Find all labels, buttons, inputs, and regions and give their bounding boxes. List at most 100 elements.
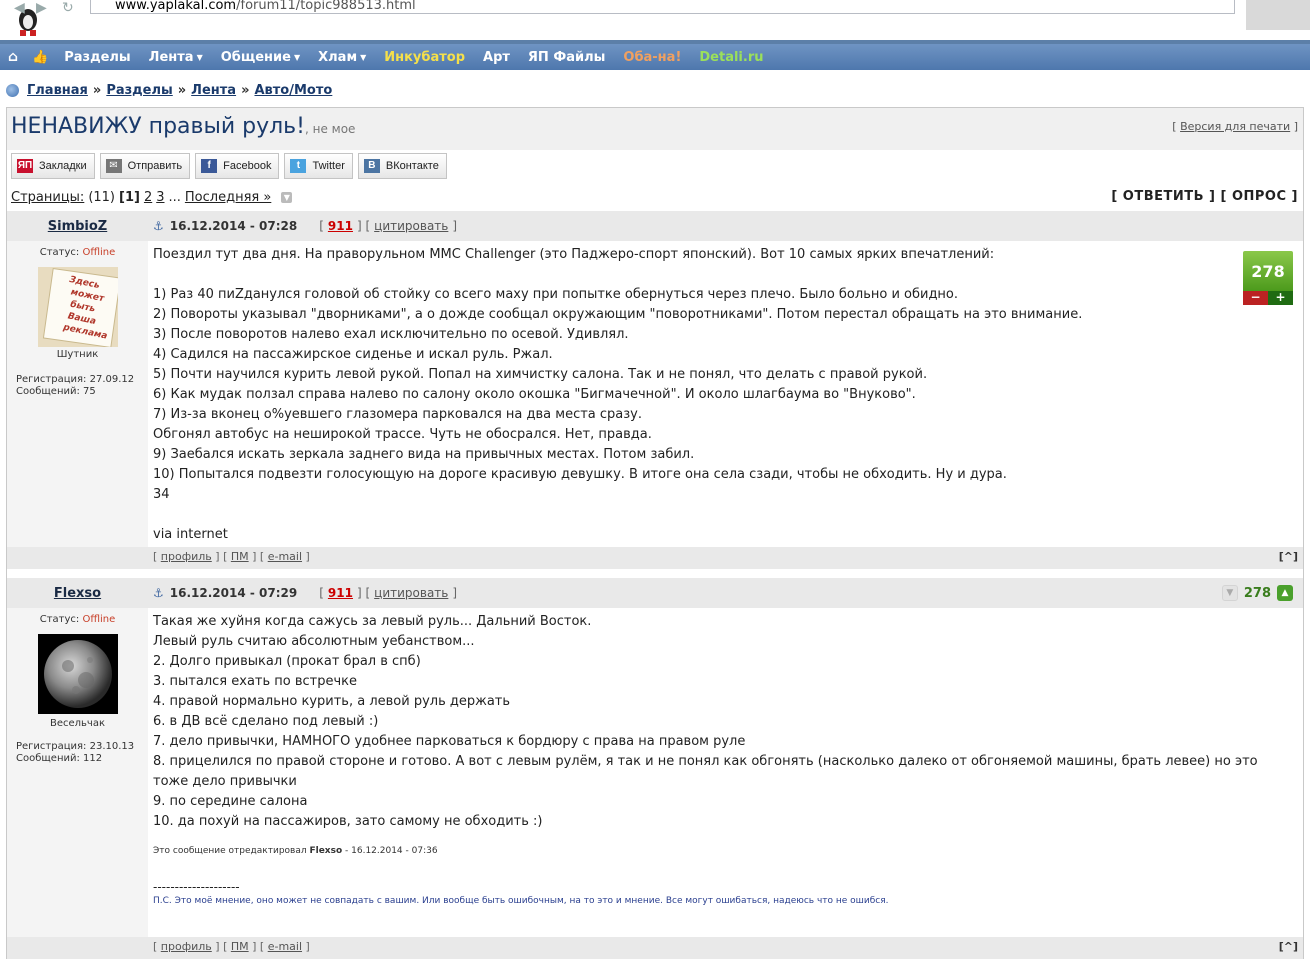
nav-item-label: ЯП Файлы <box>527 49 606 65</box>
author-status: Статус: Offline <box>7 247 148 258</box>
breadcrumb-link[interactable]: Лента <box>191 83 236 98</box>
share-button-label: ВКонтакте <box>385 160 439 172</box>
share-button-закладки[interactable]: ЯП Закладки <box>11 153 95 179</box>
post-line: 5) Почти научился курить левой рукой. По… <box>153 367 928 382</box>
breadcrumb-separator: » <box>241 82 250 98</box>
post-line: 9) Заебался искать зеркала заднего вида … <box>153 447 695 462</box>
post-date: 16.12.2014 - 07:28 <box>169 219 298 233</box>
post-body: Такая же хуйня когда сажусь за левый рул… <box>153 608 1303 941</box>
quote-link[interactable]: цитировать <box>374 219 448 233</box>
pm-link[interactable]: ПМ <box>231 550 249 563</box>
page-link-2[interactable]: 2 <box>144 190 152 205</box>
post-footer-links: [ профиль ] [ ПМ ] [ e-mail ] <box>153 940 310 953</box>
nav-item-6[interactable]: ЯП Файлы <box>528 50 605 65</box>
share-button-twitter[interactable]: t Twitter <box>284 153 353 179</box>
share-button-вконтакте[interactable]: B ВКонтакте <box>357 153 447 179</box>
print-version: [ Версия для печати ] <box>1172 120 1298 133</box>
profile-link[interactable]: профиль <box>161 940 212 953</box>
quote-link[interactable]: цитировать <box>374 586 448 600</box>
anchor-icon[interactable]: ⚓ <box>153 219 164 233</box>
share-button-facebook[interactable]: f Facebook <box>195 153 280 179</box>
home-icon[interactable]: ⌂ <box>8 49 18 65</box>
nav-item-1[interactable]: Лента ▼ <box>149 50 203 65</box>
vk-icon: B <box>363 159 380 173</box>
breadcrumb-items: Главная » Разделы » Лента » Авто/Мото <box>25 83 334 98</box>
nav-item-label: Арт <box>483 49 510 65</box>
nav-item-2[interactable]: Общение ▼ <box>221 50 300 65</box>
post-footer: [ профиль ] [ ПМ ] [ e-mail ] [^] <box>7 937 1303 959</box>
breadcrumb-link[interactable]: Авто/Мото <box>254 83 332 98</box>
url-path: /forum11/topic988513.html <box>236 0 416 13</box>
status-value: Offline <box>82 247 116 258</box>
thumbs-up-icon[interactable]: ▲ <box>1277 585 1293 601</box>
window-controls[interactable] <box>1246 0 1310 30</box>
email-link[interactable]: e-mail <box>268 550 302 563</box>
nav-item-label: Хлам <box>318 49 358 65</box>
reload-icon[interactable]: ↻ <box>62 0 74 16</box>
nav-item-label: Инкубатор <box>384 49 466 65</box>
edited-suffix: - 16.12.2014 - 07:36 <box>342 846 438 856</box>
share-button-отправить[interactable]: ✉ Отправить <box>99 153 191 179</box>
post-number[interactable]: 911 <box>328 219 353 233</box>
post-number[interactable]: 911 <box>328 586 353 600</box>
avatar <box>38 634 118 714</box>
post-author: SimbioZ <box>7 211 148 241</box>
post-line: 34 <box>153 487 170 502</box>
yap-icon: ЯП <box>17 159 33 173</box>
share-bar: ЯП Закладки ✉ Отправить f Facebook t Twitter B ВК… <box>11 153 447 179</box>
nav-item-label: Оба-на! <box>623 49 682 65</box>
breadcrumb-link[interactable]: Разделы <box>106 83 172 98</box>
post-line: 10) Попытался подвезти голосующую на дор… <box>153 467 1007 482</box>
scroll-up-button[interactable]: [^] <box>1279 940 1298 953</box>
nav-item-8[interactable]: Detali.ru <box>699 50 763 65</box>
page-link-3[interactable]: 3 <box>156 190 164 205</box>
edited-by: Flexso <box>309 846 343 856</box>
chevron-down-icon[interactable]: ▼ <box>281 191 293 203</box>
registration-date: Регистрация: 27.09.12 <box>16 374 135 385</box>
pagination: Страницы: (11) [1] 2 3 ... Последняя » ▼ <box>11 188 293 206</box>
nav-item-7[interactable]: Оба-на! <box>623 50 681 65</box>
anchor-icon[interactable]: ⚓ <box>153 586 164 600</box>
author-link[interactable]: Flexso <box>54 586 101 601</box>
address-bar[interactable]: www.yaplakal.com/forum11/topic988513.htm… <box>90 0 1235 14</box>
rating-plus-button[interactable]: + <box>1268 291 1293 305</box>
thumbs-down-icon[interactable]: ▼ <box>1221 585 1238 601</box>
author-link[interactable]: SimbioZ <box>48 219 107 234</box>
post-line: 6) Как мудак ползал справа налево по сал… <box>153 387 916 402</box>
profile-link[interactable]: профиль <box>161 550 212 563</box>
nav-item-label: Лента <box>148 49 194 65</box>
nav-item-label: Общение <box>220 49 291 65</box>
reply-poll-actions[interactable]: [ ОТВЕТИТЬ ] [ ОПРОС ] <box>1111 189 1298 204</box>
chevron-down-icon: ▼ <box>293 52 301 62</box>
edited-prefix: Это сообщение отредактировал <box>153 846 310 856</box>
breadcrumb-separator: » <box>92 82 102 98</box>
rating-minus-button[interactable]: − <box>1243 291 1268 305</box>
breadcrumb-link[interactable]: Главная <box>27 83 88 98</box>
post-line: 3. пытался ехать по встречке <box>153 674 358 689</box>
forward-arrow-icon[interactable]: ▶ <box>36 0 47 16</box>
post-line: Поездил тут два дня. На праворульном MMC… <box>153 247 995 262</box>
author-status: Статус: Offline <box>7 614 148 625</box>
back-arrow-icon[interactable]: ◀ <box>14 0 25 16</box>
share-button-label: Facebook <box>223 160 272 172</box>
status-value: Offline <box>82 614 116 625</box>
nav-item-0[interactable]: Разделы <box>64 50 130 65</box>
nav-item-5[interactable]: Арт <box>483 50 510 65</box>
author-registration: Регистрация: 23.10.13 Сообщений: 112 <box>16 741 134 765</box>
forum-post: Flexso ⚓ 16.12.2014 - 07:29 [911] [цитир… <box>7 578 1303 959</box>
envelope-icon: ✉ <box>105 159 122 173</box>
pagination-label[interactable]: Страницы: <box>11 190 84 205</box>
nav-item-3[interactable]: Хлам ▼ <box>318 50 366 65</box>
print-version-link[interactable]: Версия для печати <box>1180 120 1290 133</box>
message-count: Сообщений: 112 <box>16 753 103 764</box>
page-link-last[interactable]: Последняя » <box>185 190 271 205</box>
breadcrumb-icon <box>6 83 19 97</box>
email-link[interactable]: e-mail <box>268 940 302 953</box>
pm-link[interactable]: ПМ <box>231 940 249 953</box>
scroll-up-button[interactable]: [^] <box>1279 550 1298 563</box>
post-meta: ⚓ 16.12.2014 - 07:28 [911] [цитировать] <box>153 219 458 233</box>
nav-item-4[interactable]: Инкубатор <box>384 50 465 65</box>
thumbs-up-icon[interactable]: 👍 <box>32 50 48 65</box>
pagination-total: (11) <box>88 189 115 205</box>
